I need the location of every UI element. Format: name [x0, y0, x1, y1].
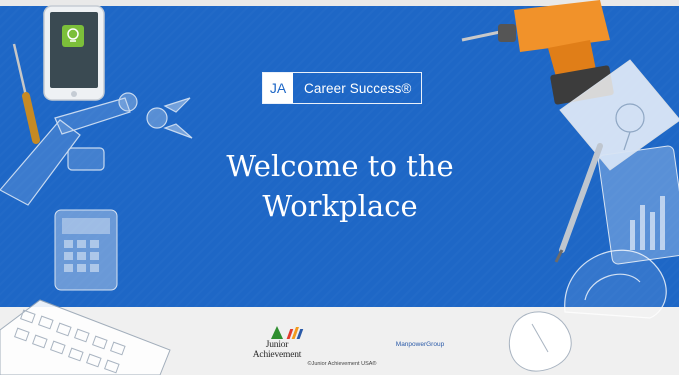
lightbulb-icon: [62, 25, 84, 47]
smartphone-icon: [43, 5, 105, 101]
calculator-icon: [54, 209, 118, 291]
title-slide: JA Career Success® Welcome to the Workpl…: [0, 0, 679, 375]
mouse-icon: [508, 311, 572, 372]
program-name: Career Success®: [304, 80, 412, 96]
pencil-icon: [554, 143, 603, 263]
junior-achievement-logo: Junior Achievement: [244, 328, 310, 360]
junior-achievement-logo-text: Junior Achievement: [252, 340, 302, 360]
copyright-text: ©Junior Achievement USA®: [307, 361, 377, 367]
manpowergroup-logo-text: ManpowerGroup: [395, 341, 445, 348]
hard-hat-icon: [564, 249, 667, 319]
title-line-1: Welcome to the: [226, 149, 454, 183]
manpowergroup-logo: ManpowerGroup: [390, 328, 450, 348]
slide-title: Welcome to the Workplace: [164, 146, 516, 226]
screwdriver-icon: [12, 43, 40, 144]
title-line-2: Workplace: [262, 189, 418, 223]
ja-logo-box: JA: [263, 73, 293, 103]
keyboard-icon: [0, 299, 171, 375]
tablet-icon: [597, 145, 679, 265]
career-success-badge: JA Career Success®: [262, 72, 422, 104]
